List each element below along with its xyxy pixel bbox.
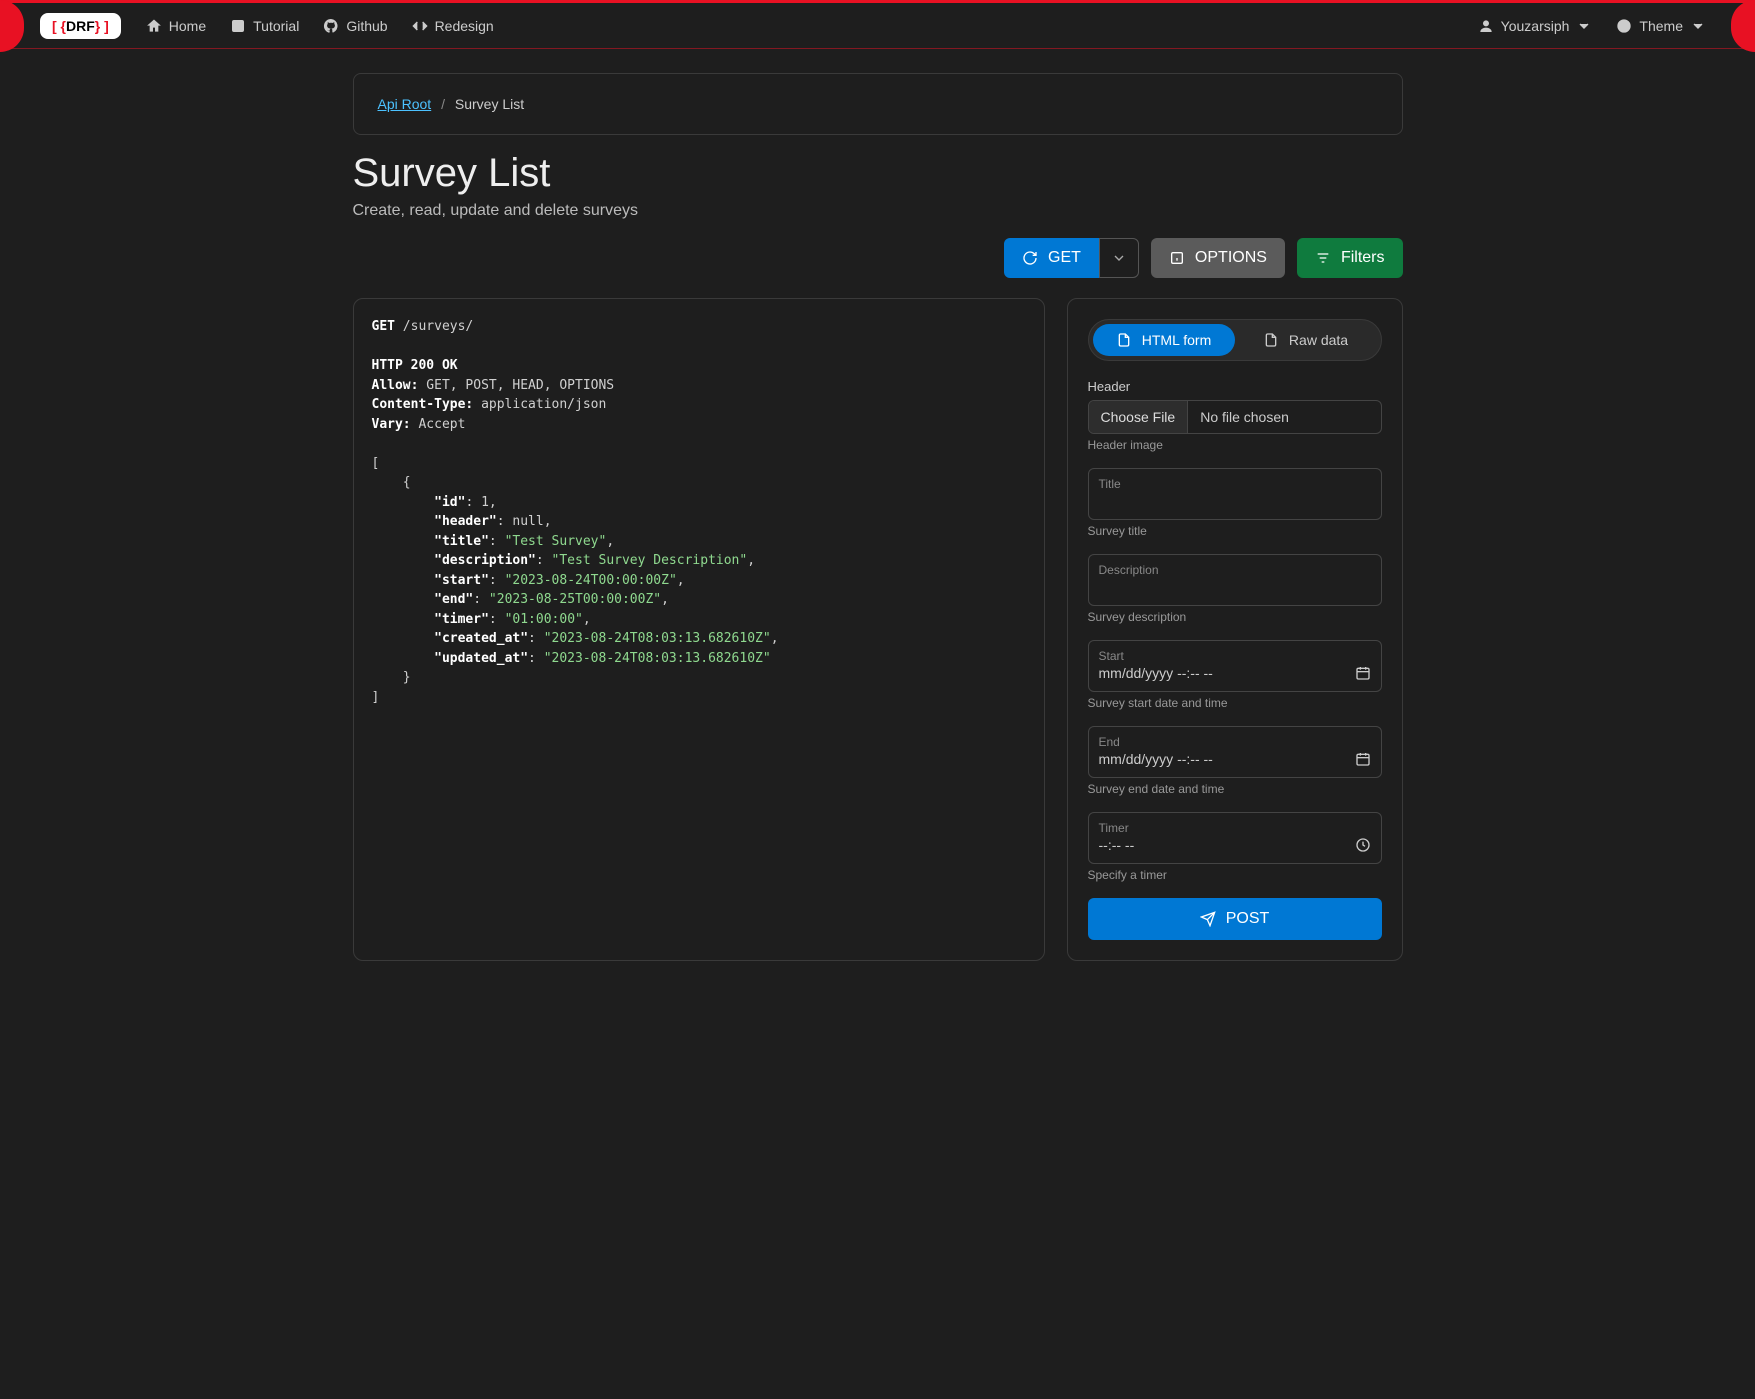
chevron-down-icon [1111,250,1127,266]
timer-float-label: Timer [1099,821,1371,835]
user-label: Youzarsiph [1501,18,1570,34]
breadcrumb-sep: / [441,96,445,112]
choose-file-button[interactable]: Choose File [1089,401,1189,433]
timer-help: Specify a timer [1088,868,1382,882]
start-help: Survey start date and time [1088,696,1382,710]
end-input[interactable]: End mm/dd/yyyy --:-- -- [1088,726,1382,778]
nav-redesign[interactable]: Redesign [403,12,503,40]
calendar-icon[interactable] [1355,665,1371,681]
get-button-group: GET [1004,238,1139,278]
page-subtitle: Create, read, update and delete surveys [353,202,1403,220]
nav-tutorial-label: Tutorial [253,18,299,34]
file-status: No file chosen [1188,401,1380,433]
start-input[interactable]: Start mm/dd/yyyy --:-- -- [1088,640,1382,692]
tutorial-icon [230,18,246,34]
brand-bracket-left: [ { [52,18,66,34]
filters-button-label: Filters [1341,249,1385,267]
user-icon [1478,18,1494,34]
form-icon [1116,332,1132,348]
post-button[interactable]: POST [1088,898,1382,940]
clock-icon[interactable] [1355,837,1371,853]
end-help: Survey end date and time [1088,782,1382,796]
filters-button[interactable]: Filters [1297,238,1403,278]
response-body: GET /surveys/ HTTP 200 OK Allow: GET, PO… [372,317,1026,707]
breadcrumb: Api Root / Survey List [353,73,1403,135]
brand-logo[interactable]: [ {DRF} ] [40,13,121,39]
tab-raw-label: Raw data [1289,332,1348,348]
user-menu[interactable]: Youzarsiph [1469,12,1602,40]
nav-home[interactable]: Home [137,12,215,40]
timer-input[interactable]: Timer --:-- -- [1088,812,1382,864]
page-title: Survey List [353,151,1403,196]
theme-label: Theme [1639,18,1683,34]
send-icon [1200,911,1216,927]
nav-redesign-label: Redesign [435,18,494,34]
nav-home-label: Home [169,18,206,34]
tab-html-label: HTML form [1142,332,1211,348]
form-panel: HTML form Raw data Header Choose File No… [1067,298,1403,961]
tab-html-form[interactable]: HTML form [1093,324,1235,356]
refresh-icon [1022,250,1038,266]
nav-tutorial[interactable]: Tutorial [221,12,308,40]
options-button[interactable]: OPTIONS [1151,238,1285,278]
title-float-label: Title [1099,477,1371,491]
timer-value: --:-- -- [1099,837,1135,853]
calendar-icon[interactable] [1355,751,1371,767]
form-tabs: HTML form Raw data [1088,319,1382,361]
options-button-label: OPTIONS [1195,249,1267,267]
post-button-label: POST [1226,910,1270,928]
home-icon [146,18,162,34]
globe-icon [1616,18,1632,34]
raw-icon [1263,332,1279,348]
start-float-label: Start [1099,649,1371,663]
get-button[interactable]: GET [1004,238,1099,278]
brand-bracket-right: } ] [95,18,109,34]
tab-raw-data[interactable]: Raw data [1235,324,1377,356]
response-panel: GET /surveys/ HTTP 200 OK Allow: GET, PO… [353,298,1045,961]
title-help: Survey title [1088,524,1382,538]
breadcrumb-root-link[interactable]: Api Root [378,96,432,112]
description-float-label: Description [1099,563,1371,577]
description-input[interactable]: Description [1088,554,1382,606]
title-input[interactable]: Title [1088,468,1382,520]
brand-name: DRF [66,18,95,34]
code-icon [412,18,428,34]
theme-menu[interactable]: Theme [1607,12,1715,40]
start-value: mm/dd/yyyy --:-- -- [1099,665,1213,681]
end-value: mm/dd/yyyy --:-- -- [1099,751,1213,767]
info-icon [1169,250,1185,266]
chevron-down-icon [1576,18,1592,34]
end-float-label: End [1099,735,1371,749]
filter-icon [1315,250,1331,266]
main-navbar: [ {DRF} ] Home Tutorial Github Redesign … [0,3,1755,49]
description-help: Survey description [1088,610,1382,624]
breadcrumb-current: Survey List [455,96,524,112]
github-icon [323,18,339,34]
file-input[interactable]: Choose File No file chosen [1088,400,1382,434]
nav-github[interactable]: Github [314,12,396,40]
get-dropdown-button[interactable] [1099,238,1139,278]
nav-github-label: Github [346,18,387,34]
header-help: Header image [1088,438,1382,452]
get-button-label: GET [1048,249,1081,267]
chevron-down-icon [1690,18,1706,34]
header-label: Header [1088,379,1382,394]
